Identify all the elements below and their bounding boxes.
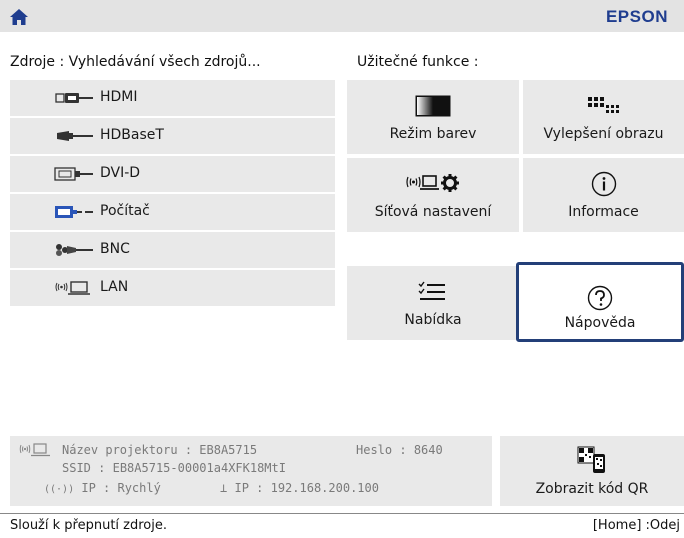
wired-ip-value: 192.168.200.100 bbox=[270, 481, 379, 495]
wireless-signal-icon: ((·)) bbox=[44, 484, 75, 495]
password-value: 8640 bbox=[413, 443, 443, 457]
qr-code-icon bbox=[577, 446, 605, 473]
color-mode-tile[interactable]: Režim barev bbox=[347, 80, 519, 154]
information-label: Informace bbox=[568, 204, 639, 220]
image-enhancement-tile[interactable]: Vylepšení obrazu bbox=[523, 80, 684, 154]
top-bar: EPSON bbox=[0, 0, 684, 32]
wired-ip-label: IP : bbox=[234, 481, 264, 495]
epson-logo: EPSON bbox=[605, 7, 668, 26]
network-settings-icon bbox=[406, 174, 459, 192]
computer-icon bbox=[55, 206, 93, 218]
wireless-ip-value: Rychlý bbox=[117, 481, 161, 495]
network-info-panel: Název projektoru : EB8A5715 Heslo : 8640… bbox=[10, 436, 492, 506]
source-item-lan[interactable]: LAN bbox=[10, 270, 335, 306]
bnc-icon bbox=[56, 244, 93, 256]
color-mode-label: Režim barev bbox=[389, 126, 477, 142]
ssid-value: EB8A5715-00001a4XFK18MtI bbox=[112, 461, 286, 475]
help-tile[interactable]: Nápověda bbox=[516, 262, 684, 342]
wired-lan-icon: ⊥ bbox=[220, 481, 228, 495]
show-qr-code-label: Zobrazit kód QR bbox=[535, 481, 649, 497]
show-qr-code-tile[interactable]: Zobrazit kód QR bbox=[500, 436, 684, 506]
source-item-computer[interactable]: Počítač bbox=[10, 194, 335, 230]
help-icon bbox=[587, 285, 613, 311]
source-item-bnc[interactable]: BNC bbox=[10, 232, 335, 268]
source-label: HDBaseT bbox=[100, 127, 164, 143]
network-settings-tile[interactable]: Síťová nastavení bbox=[347, 158, 519, 232]
ssid-label: SSID : bbox=[62, 461, 106, 475]
sources-heading: Zdroje : Vyhledávání všech zdrojů... bbox=[10, 54, 261, 70]
menu-icon bbox=[418, 281, 445, 300]
menu-tile[interactable]: Nabídka bbox=[347, 266, 519, 340]
information-tile[interactable]: Informace bbox=[523, 158, 684, 232]
wireless-ip-label: IP : bbox=[81, 481, 111, 495]
home-hint: [Home] :Odej bbox=[592, 518, 680, 533]
status-hint: Slouží k přepnutí zdroje. bbox=[10, 518, 167, 533]
color-mode-icon bbox=[415, 95, 451, 117]
source-label: HDMI bbox=[100, 89, 138, 105]
image-enhancement-label: Vylepšení obrazu bbox=[543, 126, 664, 142]
menu-label: Nabídka bbox=[404, 312, 462, 328]
functions-heading: Užitečné funkce : bbox=[357, 54, 479, 70]
source-label: LAN bbox=[100, 279, 129, 295]
home-icon[interactable] bbox=[9, 8, 29, 26]
status-divider bbox=[0, 513, 684, 514]
source-item-dvi[interactable]: DVI-D bbox=[10, 156, 335, 192]
hdmi-icon bbox=[55, 93, 93, 103]
image-enhancement-icon bbox=[587, 97, 619, 113]
source-label: DVI-D bbox=[100, 165, 141, 181]
info-icon bbox=[591, 171, 616, 197]
source-label: BNC bbox=[100, 241, 130, 257]
hdbaset-icon bbox=[57, 131, 93, 141]
source-item-hdbaset[interactable]: HDBaseT bbox=[10, 118, 335, 154]
projector-name-label: Název projektoru : bbox=[62, 443, 193, 457]
source-list: HDMI HDBaseT DVI-D Počítač BNC LAN bbox=[10, 80, 335, 308]
network-settings-label: Síťová nastavení bbox=[374, 204, 492, 220]
dvi-icon bbox=[54, 167, 93, 181]
wireless-lan-icon bbox=[19, 443, 50, 457]
password-label: Heslo : bbox=[356, 443, 407, 457]
source-label: Počítač bbox=[100, 203, 150, 219]
lan-icon bbox=[55, 281, 90, 295]
source-item-hdmi[interactable]: HDMI bbox=[10, 80, 335, 116]
help-label: Nápověda bbox=[564, 315, 636, 331]
projector-name-value: EB8A5715 bbox=[199, 443, 258, 457]
